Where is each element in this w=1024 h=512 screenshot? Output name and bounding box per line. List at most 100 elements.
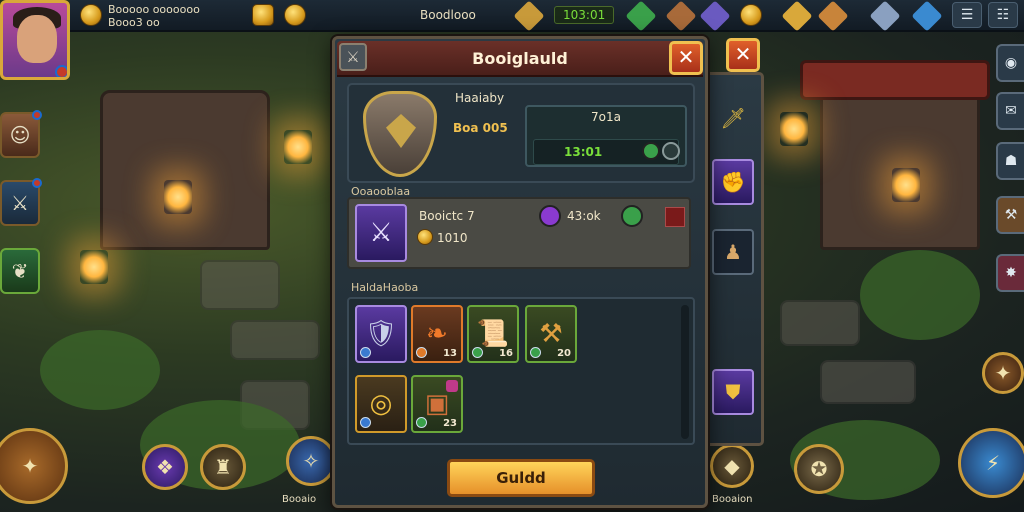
- chest-icon: ▣: [424, 389, 450, 419]
- inventory-slot[interactable]: ▣ 23: [411, 375, 463, 433]
- bottom-left-label: Booaio: [282, 494, 317, 505]
- inventory-slot[interactable]: ❧ 13: [411, 305, 463, 363]
- settings-icon[interactable]: ☷: [988, 2, 1018, 28]
- event-button[interactable]: ✸: [996, 254, 1024, 292]
- blue-skill-button[interactable]: ✧: [286, 436, 336, 486]
- side-slot-shield[interactable]: ⛊: [712, 369, 754, 415]
- grass-patch: [860, 250, 980, 340]
- guild-level-value: Boa 005: [453, 121, 508, 135]
- side-slot-gauntlet[interactable]: ✊: [712, 159, 754, 205]
- shield-badge-icon[interactable]: [252, 4, 274, 26]
- quest-button[interactable]: ☗: [996, 142, 1024, 180]
- guild-crest-icon: [363, 91, 437, 177]
- feather-icon: ❧: [426, 319, 448, 349]
- craft-item-slot[interactable]: ⚔: [355, 204, 407, 262]
- center-label: Boodlooo: [420, 8, 476, 22]
- panel-title: Booiglauld: [337, 41, 703, 77]
- craft-item-name: Booictc 7: [419, 209, 475, 223]
- gold-coin-icon[interactable]: [740, 4, 762, 26]
- item-count: 23: [443, 418, 457, 429]
- sapphire-icon[interactable]: [911, 0, 943, 32]
- crystal-icon[interactable]: [699, 0, 731, 32]
- sword-icon[interactable]: [513, 0, 545, 32]
- inventory-slot[interactable]: ⚒ 20: [525, 305, 577, 363]
- gauntlet-icon: ✊: [720, 170, 746, 194]
- inventory-grid: 🛡 ❧ 13 📜 16 ⚒ 20 ◎ ▣ 23: [347, 297, 695, 445]
- emerald-icon: [621, 205, 643, 227]
- side-slot-armor[interactable]: ♟: [712, 229, 754, 275]
- hammer-icon: ⚒: [539, 319, 563, 349]
- rarity-icon: [472, 347, 483, 358]
- sword-icon: 🗡: [720, 106, 746, 130]
- inventory-scrollbar[interactable]: [681, 305, 689, 439]
- inventory-slot[interactable]: ◎: [355, 375, 407, 433]
- lance-icon: ⚔: [369, 218, 393, 248]
- stat-row: 13:01: [533, 139, 680, 165]
- rarity-icon: [360, 417, 371, 428]
- close-icon[interactable]: ✕: [726, 38, 760, 72]
- grass-patch: [40, 330, 160, 410]
- path-stone: [200, 260, 280, 310]
- inventory-section-label: HaldaHaoba: [351, 281, 419, 294]
- stone-house: [100, 90, 270, 250]
- guild-button[interactable]: Guldd: [447, 459, 595, 497]
- amethyst-icon: [539, 205, 561, 227]
- sword-icon[interactable]: ⚔: [339, 43, 367, 71]
- gold-coin-icon: [80, 4, 102, 26]
- leaf-icon: [642, 142, 660, 160]
- gold-coin-icon: [417, 229, 433, 245]
- shop-button[interactable]: ⚒: [996, 196, 1024, 234]
- craft-item-cost: 1010: [437, 231, 468, 245]
- close-icon[interactable]: ✕: [669, 41, 703, 75]
- top-bar: Booooo ooooooo Booo3 oo Boodlooo 103:01 …: [70, 0, 1024, 32]
- rarity-icon: [416, 347, 427, 358]
- compass-icon[interactable]: [662, 142, 680, 160]
- bracer-icon: 🛡: [364, 319, 398, 349]
- player-name: Booooo ooooooo: [108, 3, 200, 16]
- shield-icon: ⛊: [725, 380, 741, 404]
- avatar-face: [17, 15, 57, 63]
- notification-dot-icon: [55, 65, 67, 77]
- lantern: [780, 112, 808, 146]
- purple-skill-button[interactable]: ❖: [142, 444, 188, 490]
- gold-coin-icon[interactable]: [284, 4, 306, 26]
- stat-bottom-value: 13:01: [564, 145, 603, 159]
- attack-button[interactable]: ⚡: [958, 428, 1024, 498]
- player-avatar[interactable]: [0, 0, 70, 80]
- menu-icon[interactable]: ☰: [952, 2, 982, 28]
- mail-button[interactable]: ✉: [996, 92, 1024, 130]
- map-button[interactable]: ✦: [982, 352, 1024, 394]
- item-count: 13: [443, 348, 457, 359]
- stone-house: [820, 80, 980, 250]
- inventory-slot[interactable]: 🛡: [355, 305, 407, 363]
- emerald-icon[interactable]: [625, 0, 657, 32]
- gold-skill-button[interactable]: ✪: [794, 444, 844, 494]
- helmet-icon[interactable]: [781, 0, 813, 32]
- amulet-icon[interactable]: [817, 0, 849, 32]
- craft-item-row[interactable]: ⚔ Booictc 7 1010 43:ok: [347, 197, 691, 269]
- lantern: [80, 250, 108, 284]
- notification-dot-icon: [32, 110, 42, 120]
- nature-button[interactable]: ❦: [0, 248, 40, 294]
- path-stone: [230, 320, 320, 360]
- notification-dot-icon: [32, 178, 42, 188]
- crate-icon[interactable]: [665, 0, 697, 32]
- inventory-slot[interactable]: 📜 16: [467, 305, 519, 363]
- bottom-right-label: Booaion: [712, 494, 753, 505]
- side-item-panel: 🗡 ✊ ♟ ⛊: [706, 72, 764, 446]
- lantern: [164, 180, 192, 214]
- friends-button[interactable]: ◉: [996, 44, 1024, 82]
- stat-top-value: 7o1a: [591, 110, 621, 124]
- diamond-icon[interactable]: [869, 0, 901, 32]
- rarity-icon: [416, 417, 427, 428]
- bronze-skill-button[interactable]: ♜: [200, 444, 246, 490]
- side-slot-sword[interactable]: 🗡: [712, 95, 754, 141]
- player-subtitle: Booo3 oo: [108, 16, 160, 29]
- resource-counter: 103:01: [554, 6, 615, 24]
- rings-icon: ◎: [369, 389, 393, 419]
- item-count: 16: [499, 348, 513, 359]
- guild-panel: Booiglauld ⚔ ✕ Haaiaby Boa 005 7o1a 13:0…: [332, 36, 708, 508]
- bronze-skill-button[interactable]: ◆: [710, 444, 754, 488]
- house-roof: [800, 60, 990, 100]
- red-marker-icon: [665, 207, 685, 227]
